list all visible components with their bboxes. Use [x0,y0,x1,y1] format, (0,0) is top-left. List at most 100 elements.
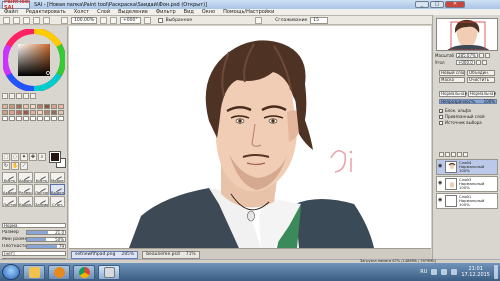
taskbar-media[interactable] [48,264,70,280]
zoom-value[interactable]: 285.07% [456,53,478,58]
menu-filter[interactable]: Фильтр [152,9,180,16]
new-layer-icon[interactable] [439,152,444,157]
volume-icon[interactable] [451,269,458,275]
menu-help[interactable]: Помощь/Настройки [219,9,278,16]
density-slider[interactable]: 79 [26,243,66,249]
layer-opacity-slider[interactable]: Непрозрачность 100% [439,99,497,104]
selection-source-checkbox[interactable] [439,120,443,125]
min-size-slider[interactable]: 50% [26,236,66,242]
watercolor-slot[interactable]: Акварель [2,184,17,195]
drawing-canvas[interactable] [69,26,431,248]
airbrush-slot[interactable]: Аэрогр. [18,172,33,183]
color-swatch[interactable] [30,104,36,109]
color-swatch[interactable] [30,110,36,115]
color-swatch[interactable] [23,104,29,109]
menu-selection[interactable]: Выделение [114,9,152,16]
shape-dropdown[interactable]: [нет] [2,250,66,256]
navigator-preview[interactable] [436,18,498,51]
zoom-minus-button[interactable] [478,53,484,58]
menu-layer[interactable]: Слой [93,9,114,16]
invert-selection-button[interactable] [33,16,40,24]
color-swatch[interactable] [16,116,22,121]
zoom-in-button[interactable] [100,16,108,24]
texture-select[interactable]: Нормальная [439,91,467,97]
zoom-field[interactable]: 100.00% [71,16,98,24]
show-desktop-button[interactable] [494,265,498,279]
marker-slot[interactable]: Маркер [50,172,65,183]
flip-button[interactable] [255,16,263,24]
color-swatch[interactable] [37,116,43,121]
color-swatch[interactable] [51,104,57,109]
combine-button[interactable]: Объедин. [467,70,495,76]
eye-icon[interactable]: ◉ [438,198,444,204]
color-swatch[interactable] [58,116,64,121]
bucket-slot[interactable]: Заливка [34,196,49,207]
tray-arrow-icon[interactable] [431,269,438,275]
minimize-button[interactable]: _ [415,1,429,8]
color-wheel[interactable] [3,29,65,91]
lasso-icon[interactable]: ◌ [11,153,19,161]
document-tab[interactable]: setnewfifipad.png 285% [71,250,139,259]
zoom-out-button[interactable] [61,16,68,24]
color-swatch[interactable] [16,104,22,109]
smoothing-field[interactable]: 15 [310,16,329,24]
color-swatch[interactable] [9,110,15,115]
layer-row[interactable]: ◉ Слой1 Нормальный 100% [436,193,498,209]
color-mode-hsv-button[interactable] [16,93,22,99]
start-button[interactable] [2,264,20,280]
eraser-slot[interactable]: Ластик [34,184,49,195]
zoom-plus-button[interactable] [484,53,490,58]
angle-minus-button[interactable] [475,60,481,65]
magic-wand-icon[interactable]: ✦ [20,153,28,161]
show-selection-button[interactable] [43,16,50,24]
color-swatch[interactable] [37,110,43,115]
network-icon[interactable] [441,269,448,275]
color-swatch[interactable] [2,104,8,109]
deselect-button[interactable] [23,16,30,24]
taskbar-sai[interactable] [98,264,120,280]
color-swatch[interactable] [23,110,29,115]
document-tab[interactable]: beauneme.psd 71% [142,250,200,259]
color-mode-mixer-button[interactable] [23,93,29,99]
merge-down-icon[interactable] [457,152,462,157]
delete-layer-icon[interactable] [463,152,468,157]
menu-file[interactable]: Файл [0,9,22,16]
eye-icon[interactable]: ◉ [438,164,444,170]
menu-window[interactable]: Окно [198,9,219,16]
color-swatch[interactable] [16,110,22,115]
color-swatch[interactable] [37,104,43,109]
move-icon[interactable]: ✥ [29,153,37,161]
color-swatch[interactable] [44,116,50,121]
layer-row[interactable]: ◉ Слой4 Нормальный 100% [436,159,498,175]
brush-mode-dropdown[interactable]: Норма [2,222,66,228]
angle-value[interactable]: +000.0 [456,60,475,65]
color-mode-rgb-button[interactable] [9,93,15,99]
menu-view[interactable]: Вид [180,9,198,16]
rotate-icon[interactable]: ↻ [2,162,10,170]
copy-layer-icon[interactable] [451,152,456,157]
clock[interactable]: 21:01 17.12.2015 [461,266,490,278]
color-swatch[interactable] [23,116,29,121]
angle-plus-button[interactable] [481,60,487,65]
mask-button[interactable]: Маска [439,77,465,83]
preserve-alpha-checkbox[interactable] [439,108,443,113]
redo-button[interactable] [13,16,20,24]
color-swatch[interactable] [2,116,8,121]
new-layer-button[interactable]: Новый слой [439,70,465,76]
eye-icon[interactable]: ◉ [438,181,444,187]
pencil-slot[interactable]: Карандаш [18,196,33,207]
zoom-icon[interactable]: ⌕ [38,153,46,161]
selection-rect-icon[interactable]: ⬚ [2,153,10,161]
color-swatch[interactable] [44,104,50,109]
color-swatch[interactable] [9,116,15,121]
clear-button[interactable]: Очистить [467,77,495,83]
brush-slot[interactable]: Кисть [34,172,49,183]
menu-canvas[interactable]: Холст [70,9,93,16]
eraser-slot[interactable]: Ластик [2,196,17,207]
color-mode-wheel-button[interactable] [2,93,8,99]
color-swatch[interactable] [58,110,64,115]
size-slider[interactable]: 21.0 [26,229,66,235]
layer-row[interactable]: ◉ Слой3 Нормальный 100% [436,176,498,192]
effect-select[interactable]: Нормальная [468,91,496,97]
selection-checkbox[interactable] [157,17,163,23]
